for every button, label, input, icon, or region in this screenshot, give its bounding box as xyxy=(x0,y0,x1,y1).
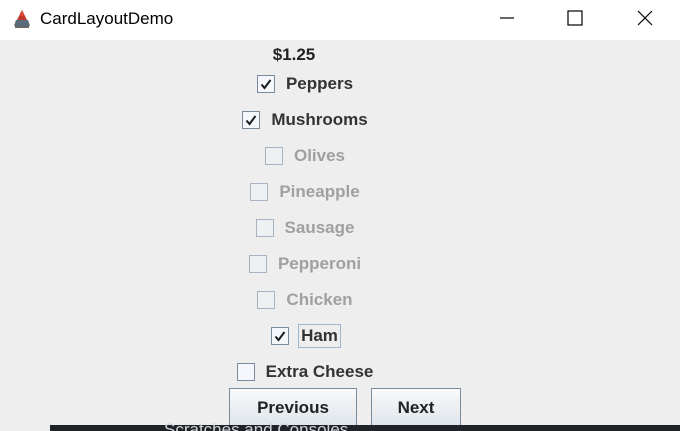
price-label: $1.25 xyxy=(272,45,316,64)
topping-checkbox-pepperoni: Pepperoni xyxy=(0,252,612,276)
topping-checkbox-mushrooms[interactable]: Mushrooms xyxy=(0,108,612,132)
topping-checkbox-olives: Olives xyxy=(0,144,612,168)
checkbox-box[interactable] xyxy=(271,327,290,345)
topping-label: Peppers xyxy=(285,74,354,93)
minimize-icon xyxy=(500,17,514,19)
checkbox-box[interactable] xyxy=(236,363,255,381)
topping-checkbox-extra-cheese[interactable]: Extra Cheese xyxy=(0,360,612,384)
maximize-button[interactable] xyxy=(552,0,598,36)
close-button[interactable] xyxy=(622,0,668,36)
topping-label: Chicken xyxy=(286,290,353,309)
checkbox-box xyxy=(264,147,283,165)
topping-checkbox-ham[interactable]: Ham xyxy=(0,324,612,348)
topping-label: Olives xyxy=(293,146,346,165)
checkbox-box xyxy=(248,255,267,273)
close-icon xyxy=(637,10,653,26)
checkbox-box[interactable] xyxy=(256,75,275,93)
topping-checkbox-chicken: Chicken xyxy=(0,288,612,312)
checkmark-icon xyxy=(274,331,286,342)
checkmark-icon xyxy=(260,79,272,90)
background-window-text: Scratches and Consoles xyxy=(164,420,349,431)
topping-label: Sausage xyxy=(284,218,355,237)
checkmark-icon xyxy=(246,115,257,126)
checkbox-box xyxy=(257,291,276,309)
checkbox-box[interactable] xyxy=(242,111,261,129)
maximize-icon xyxy=(567,10,583,26)
card-panel: $1.25 Peppers Mushrooms Olives Pineapple Sau… xyxy=(0,40,680,431)
topping-checkbox-sausage: Sausage xyxy=(0,216,612,240)
topping-label: Pineapple xyxy=(279,182,360,201)
title-bar: CardLayoutDemo xyxy=(0,0,680,40)
checkbox-box xyxy=(255,219,274,237)
topping-label: Extra Cheese xyxy=(265,362,374,381)
topping-label: Mushrooms xyxy=(271,110,368,129)
minimize-button[interactable] xyxy=(484,0,530,36)
background-window xyxy=(50,425,680,431)
topping-checkbox-pineapple: Pineapple xyxy=(0,180,612,204)
next-button[interactable]: Next xyxy=(371,388,461,426)
window-title: CardLayoutDemo xyxy=(40,9,174,28)
topping-label: Ham xyxy=(298,324,341,348)
checkbox-box xyxy=(250,183,269,201)
topping-checkbox-peppers[interactable]: Peppers xyxy=(0,72,612,96)
topping-label: Pepperoni xyxy=(277,254,362,273)
java-cup-icon xyxy=(10,6,34,30)
